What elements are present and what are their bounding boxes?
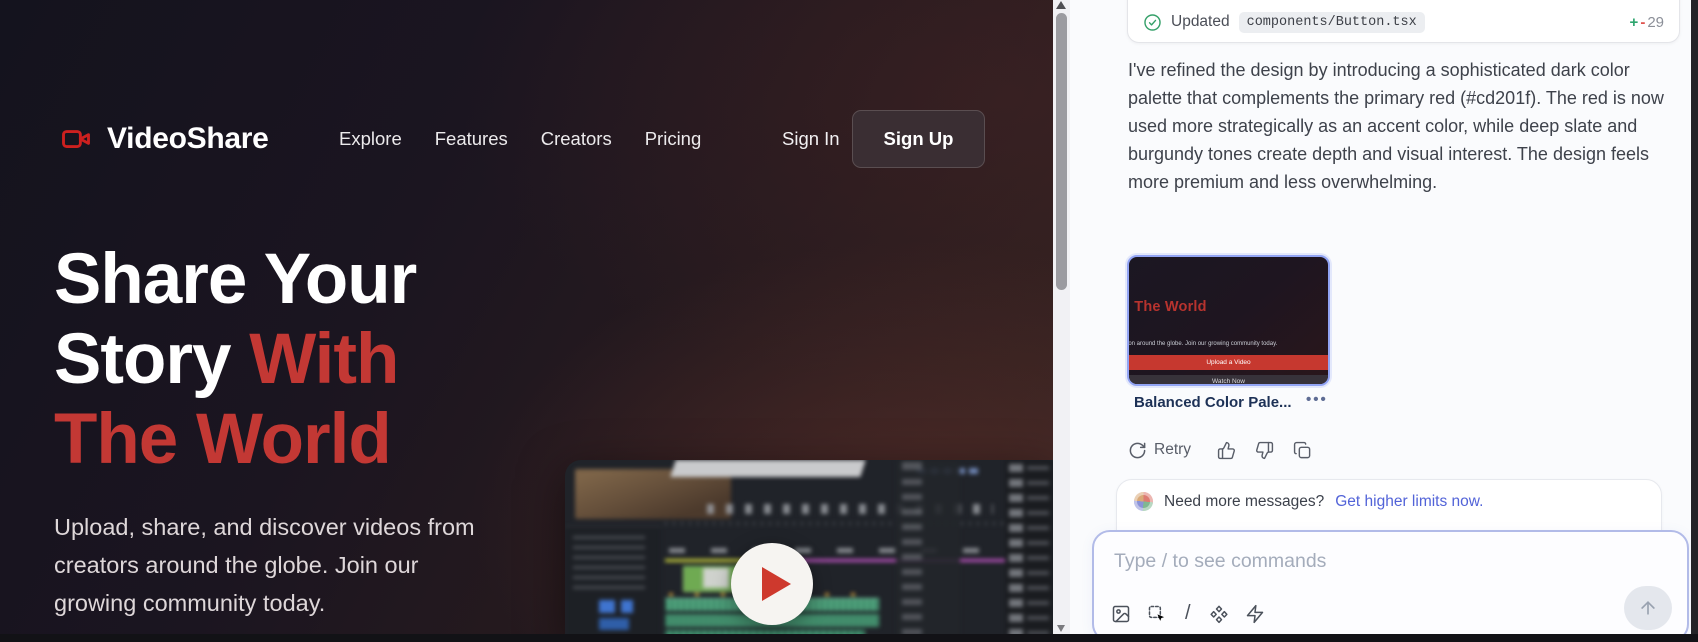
check-circle-icon [1143, 13, 1162, 32]
window-edge-bottom [0, 634, 1698, 642]
scrollbar-thumb[interactable] [1056, 13, 1067, 290]
editor-timeline-labels [669, 548, 1013, 553]
play-icon [762, 567, 791, 601]
thumbs-down-icon [1255, 441, 1274, 460]
editor-bin-rows [573, 536, 645, 596]
nav-link-features[interactable]: Features [435, 128, 508, 150]
composer-toolbar: / [1111, 602, 1265, 625]
scroll-up-arrow-icon[interactable] [1056, 1, 1066, 9]
version-menu-ellipsis-icon[interactable]: ••• [1306, 391, 1328, 408]
editor-effects-list [1005, 460, 1053, 642]
version-preview-thumbnail[interactable]: h The World ...ation around the globe. J… [1127, 255, 1330, 386]
retry-icon [1128, 441, 1147, 460]
assistant-message: I've refined the design by introducing a… [1128, 56, 1676, 196]
diff-stat: + - 29 [1630, 14, 1664, 31]
limits-banner-row: Need more messages? Get higher limits no… [1134, 492, 1483, 511]
hero-title: Share Your Story With The World [54, 240, 516, 480]
file-update-card[interactable]: Updated components/Button.tsx + - 29 [1127, 0, 1680, 43]
thumb-hero-body: ...ation around the globe. Join our grow… [1127, 341, 1277, 347]
status-label: Updated [1171, 13, 1230, 31]
window-edge-right [1691, 0, 1698, 642]
editor-screenshot [565, 460, 1053, 642]
nav-link-creators[interactable]: Creators [541, 128, 612, 150]
thumb-dark-button: Watch Now [1129, 375, 1328, 386]
file-path-chip: components/Button.tsx [1239, 12, 1425, 33]
file-update-row: Updated components/Button.tsx + - 29 [1143, 9, 1664, 35]
version-name[interactable]: Balanced Color Pale... [1134, 394, 1292, 411]
copy-icon [1293, 441, 1312, 460]
video-camera-icon [56, 124, 96, 154]
thumb-hero-heading: h The World [1127, 299, 1207, 315]
send-button[interactable] [1624, 586, 1672, 630]
brand-logo[interactable]: VideoShare [56, 110, 269, 168]
sign-up-button[interactable]: Sign Up [852, 110, 985, 168]
diff-minus: - [1640, 14, 1645, 31]
thumbs-up-icon [1217, 441, 1236, 460]
editor-clip-blue [599, 618, 629, 630]
select-element-icon[interactable] [1147, 604, 1167, 624]
thumb-red-button: Upload a Video [1129, 355, 1328, 370]
editor-effects-thumbs [1009, 464, 1023, 638]
site-header: VideoShare Explore Features Creators Pri… [56, 110, 997, 168]
retry-label: Retry [1154, 441, 1191, 459]
site-nav: Explore Features Creators Pricing [339, 110, 701, 168]
editor-effects-column [896, 460, 960, 642]
hero-subtitle: Upload, share, and discover videos from … [54, 508, 494, 622]
usage-pie-icon [1134, 492, 1153, 511]
thumbs-up-button[interactable] [1217, 441, 1236, 460]
nav-link-explore[interactable]: Explore [339, 128, 402, 150]
editor-program-monitor [670, 460, 866, 477]
copy-button[interactable] [1293, 441, 1312, 460]
attach-image-icon[interactable] [1111, 604, 1131, 624]
chat-composer[interactable]: / [1092, 530, 1689, 642]
site-preview: VideoShare Explore Features Creators Pri… [0, 0, 1053, 642]
video-editor-preview-image [565, 460, 1053, 642]
chat-input[interactable] [1114, 546, 1554, 576]
play-button[interactable] [731, 543, 813, 625]
editor-clip-blue [599, 600, 615, 613]
brand-name: VideoShare [107, 122, 269, 156]
editor-timeline-ruler [665, 522, 1017, 525]
editor-video-clip [703, 568, 729, 588]
message-actions: Retry [1128, 438, 1312, 462]
quick-actions-icon[interactable] [1245, 604, 1265, 624]
limits-text: Need more messages? [1164, 493, 1324, 511]
sign-in-link[interactable]: Sign In [782, 110, 840, 168]
editor-effects-labels [1027, 466, 1049, 636]
vertical-scrollbar[interactable] [1053, 0, 1070, 642]
components-icon[interactable] [1209, 604, 1229, 624]
scroll-down-arrow-icon[interactable] [1057, 625, 1065, 632]
arrow-up-icon [1638, 598, 1658, 618]
diff-plus: + [1630, 14, 1639, 31]
slash-command-icon[interactable]: / [1183, 602, 1193, 625]
nav-link-pricing[interactable]: Pricing [645, 128, 702, 150]
thumbs-down-button[interactable] [1255, 441, 1274, 460]
retry-button[interactable]: Retry [1128, 441, 1191, 460]
assistant-panel: Updated components/Button.tsx + - 29 I'v… [1070, 0, 1691, 642]
editor-clip-blue [621, 600, 633, 613]
diff-count: 29 [1647, 14, 1664, 31]
get-higher-limits-link[interactable]: Get higher limits now. [1335, 493, 1483, 511]
screen: VideoShare Explore Features Creators Pri… [0, 0, 1698, 642]
